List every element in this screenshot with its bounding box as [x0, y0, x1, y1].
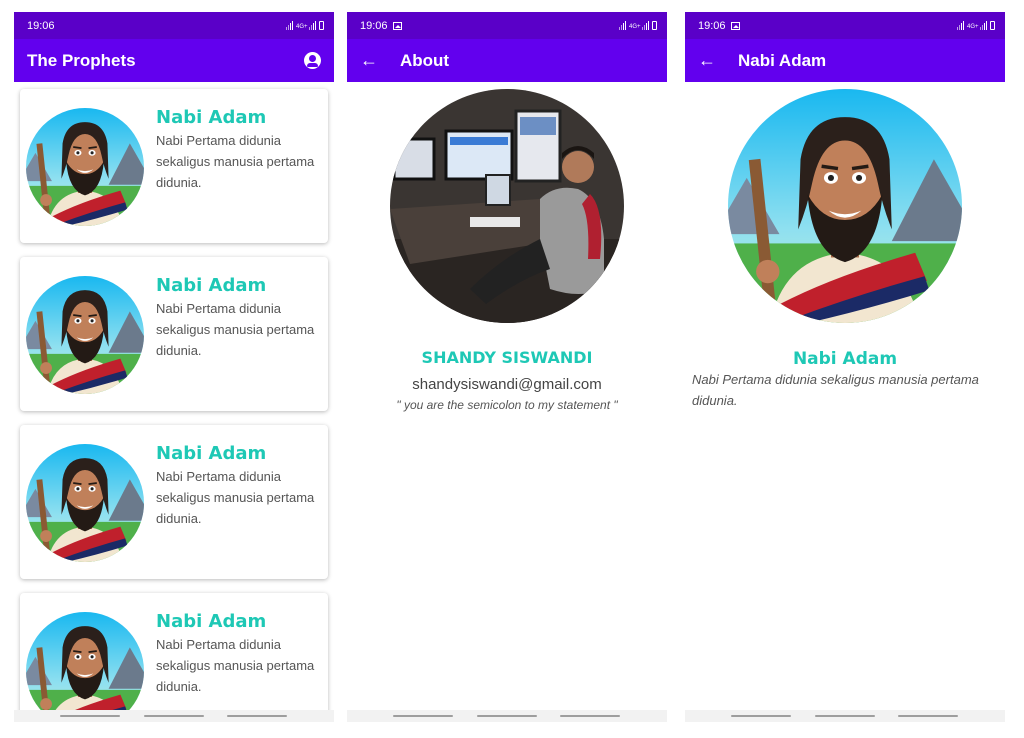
prophet-description: Nabi Pertama didunia sekaligus manusia p…	[156, 469, 315, 526]
about-screen: 19:06 4G+ ← About SHANDY SISWANDI shandy…	[347, 12, 667, 722]
app-bar: ← Nabi Adam	[685, 39, 1005, 82]
battery-icon	[319, 21, 324, 30]
prophets-list-screen: 19:06 4G+ The Prophets Nabi Adam Nabi Pe…	[14, 12, 334, 722]
network-type: 4G+	[629, 24, 641, 30]
account-circle-icon[interactable]	[304, 52, 321, 69]
prophet-avatar	[26, 276, 144, 394]
prophet-name: Nabi Adam	[156, 443, 267, 464]
gallery-notification-icon	[392, 21, 402, 30]
battery-icon	[652, 21, 657, 30]
prophet-description: Nabi Pertama didunia sekaligus manusia p…	[156, 133, 315, 190]
prophet-avatar	[26, 612, 144, 722]
arrow-back-icon[interactable]: ←	[360, 50, 400, 71]
prophet-description: Nabi Pertama didunia sekaligus manusia p…	[156, 301, 315, 358]
signal-icon	[309, 21, 316, 30]
gesture-nav-bar[interactable]	[14, 710, 334, 722]
signal-icon	[642, 21, 649, 30]
developer-email: shandysiswandi@gmail.com	[412, 376, 602, 393]
list-item[interactable]: Nabi Adam Nabi Pertama didunia sekaligus…	[20, 89, 328, 243]
signal-icon	[957, 21, 964, 30]
status-icons: 4G+	[286, 21, 324, 30]
list-item[interactable]: Nabi Adam Nabi Pertama didunia sekaligus…	[20, 593, 328, 722]
page-title: Nabi Adam	[738, 50, 827, 70]
status-icons: 4G+	[619, 21, 657, 30]
status-time: 19:06	[27, 19, 55, 32]
status-bar: 19:06 4G+	[685, 12, 1005, 39]
prophet-list: Nabi Adam Nabi Pertama didunia sekaligus…	[20, 89, 328, 722]
prophet-avatar	[728, 89, 962, 323]
developer-name: SHANDY SISWANDI	[421, 348, 593, 367]
app-bar: The Prophets	[14, 39, 334, 82]
battery-icon	[990, 21, 995, 30]
arrow-back-icon[interactable]: ←	[698, 50, 738, 71]
gesture-nav-bar[interactable]	[685, 710, 1005, 722]
network-type: 4G+	[296, 24, 308, 30]
prophet-description: Nabi Pertama didunia sekaligus manusia p…	[692, 372, 979, 408]
prophet-name: Nabi Adam	[156, 107, 267, 128]
developer-quote: " you are the semicolon to my statement …	[396, 398, 618, 412]
status-bar: 19:06 4G+	[14, 12, 334, 39]
prophet-name: Nabi Adam	[156, 275, 267, 296]
signal-icon	[619, 21, 626, 30]
signal-icon	[286, 21, 293, 30]
prophet-avatar	[26, 444, 144, 562]
signal-icon	[980, 21, 987, 30]
list-item[interactable]: Nabi Adam Nabi Pertama didunia sekaligus…	[20, 425, 328, 579]
prophet-avatar	[26, 108, 144, 226]
page-title: About	[400, 50, 450, 70]
prophet-name: Nabi Adam	[792, 349, 898, 369]
prophet-detail-screen: 19:06 4G+ ← Nabi Adam Nabi Adam Nabi Per…	[685, 12, 1005, 722]
gesture-nav-bar[interactable]	[347, 710, 667, 722]
page-title: The Prophets	[27, 50, 136, 70]
app-bar: ← About	[347, 39, 667, 82]
gallery-notification-icon	[730, 21, 740, 30]
prophet-description: Nabi Pertama didunia sekaligus manusia p…	[156, 637, 315, 694]
profile-photo	[390, 89, 624, 323]
prophet-name: Nabi Adam	[156, 611, 267, 632]
list-item[interactable]: Nabi Adam Nabi Pertama didunia sekaligus…	[20, 257, 328, 411]
status-time: 19:06	[360, 19, 388, 32]
status-icons: 4G+	[957, 21, 995, 30]
status-bar: 19:06 4G+	[347, 12, 667, 39]
status-time: 19:06	[698, 19, 726, 32]
network-type: 4G+	[967, 24, 979, 30]
